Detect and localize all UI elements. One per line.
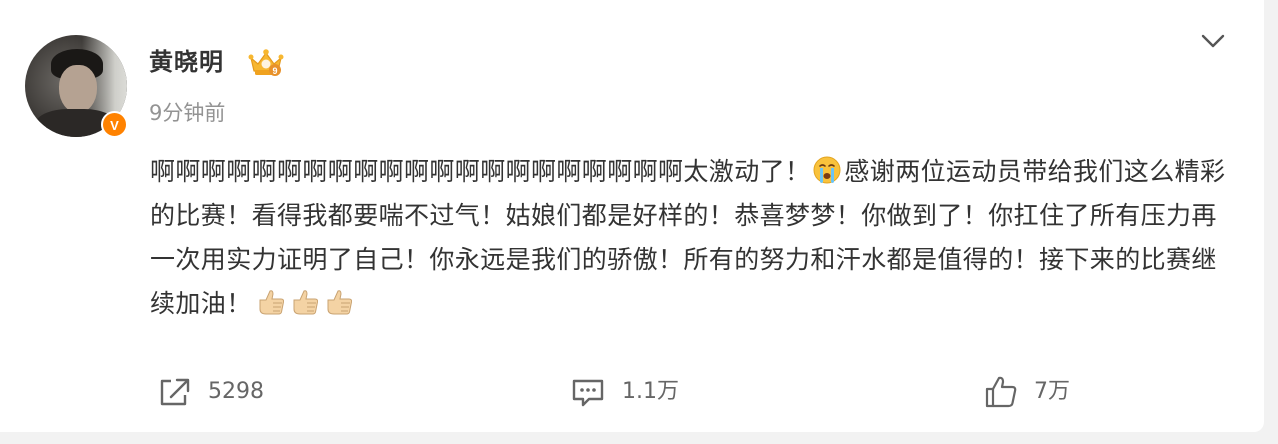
- repost-button[interactable]: 5298: [158, 374, 264, 410]
- verified-badge-letter: V: [110, 118, 119, 132]
- thumbs-up-emoji-icon: [288, 287, 318, 317]
- post-timestamp[interactable]: 9分钟前: [149, 98, 225, 128]
- post-text: 啊啊啊啊啊啊啊啊啊啊啊啊啊啊啊啊啊啊啊啊啊太激动了！ 感谢两位运动员带给我们这么…: [150, 150, 1230, 326]
- repost-icon: [160, 378, 190, 406]
- avatar-face: [59, 65, 97, 113]
- membership-crown-icon[interactable]: 9: [247, 47, 285, 79]
- thumbs-up-emoji-icon: [254, 287, 284, 317]
- like-count: 7万: [1034, 379, 1070, 404]
- post-action-bar: 5298 1.1万 7万: [0, 360, 1264, 424]
- post-text-part1: 啊啊啊啊啊啊啊啊啊啊啊啊啊啊啊啊啊啊啊啊啊太激动了！: [150, 157, 811, 186]
- thumbs-up-emoji-icon: [322, 287, 352, 317]
- repost-count: 5298: [208, 379, 264, 404]
- weibo-post-card: V 黄晓明 9 9分钟前 啊啊啊啊啊啊啊啊啊啊啊啊啊啊啊啊啊啊啊啊啊太激动了！: [0, 0, 1264, 432]
- author-name[interactable]: 黄晓明: [149, 45, 224, 79]
- like-icon: [985, 376, 1017, 408]
- comment-button[interactable]: 1.1万: [570, 374, 679, 410]
- crown-level: 9: [272, 66, 277, 76]
- verified-badge-icon: V: [101, 111, 128, 138]
- chevron-down-icon[interactable]: [1199, 30, 1227, 52]
- crying-face-icon: [812, 155, 842, 185]
- comment-count: 1.1万: [622, 379, 679, 404]
- comment-icon: [572, 379, 604, 407]
- like-button[interactable]: 7万: [984, 374, 1070, 410]
